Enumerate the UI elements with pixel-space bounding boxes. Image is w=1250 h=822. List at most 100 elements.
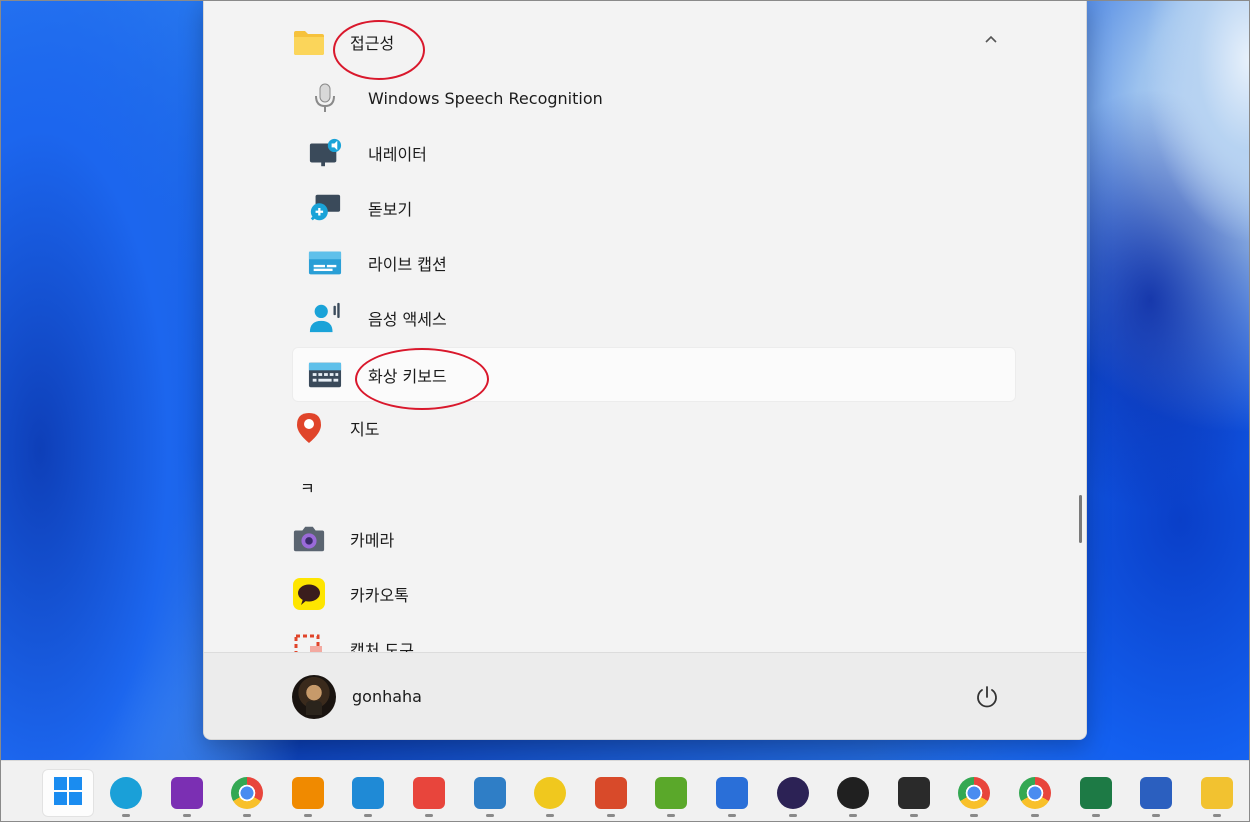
running-indicator — [546, 814, 555, 817]
all-apps-list[interactable]: 접근성 Windows Speech Recognition 내레이터 돋보기 — [204, 0, 1086, 652]
wallpaper-highlight — [1090, 0, 1250, 760]
taskbar-item-word[interactable] — [1130, 769, 1182, 817]
taskbar-item-audio-app[interactable] — [524, 769, 576, 817]
taskbar-item-ai-app[interactable] — [706, 769, 758, 817]
app-voice-access[interactable]: 음성 액세스 — [292, 292, 1016, 344]
running-indicator — [364, 814, 373, 817]
taskbar-item-onenote[interactable] — [161, 769, 213, 817]
hangul-icon — [473, 777, 506, 809]
magnifier-icon — [308, 191, 342, 225]
taskbar-item-chrome-profile-1[interactable] — [948, 769, 1000, 817]
running-indicator — [485, 814, 494, 817]
excel-icon — [1079, 777, 1112, 809]
eclipse-icon — [776, 777, 809, 809]
app-maps[interactable]: 지도 — [292, 402, 1016, 454]
chrome-icon — [958, 777, 991, 809]
taskbar-item-chrome[interactable] — [221, 769, 273, 817]
running-indicator — [970, 814, 979, 817]
app-live-captions[interactable]: 라이브 캡션 — [292, 237, 1016, 289]
running-indicator — [182, 814, 191, 817]
chevron-up-icon[interactable] — [984, 32, 998, 48]
running-indicator — [122, 814, 130, 817]
running-indicator — [243, 814, 252, 817]
app-label: 카메라 — [350, 531, 395, 550]
start-menu: 접근성 Windows Speech Recognition 내레이터 돋보기 — [203, 0, 1087, 740]
vscode-icon — [352, 777, 385, 809]
app-camera[interactable]: 카메라 — [292, 513, 1016, 565]
running-indicator — [1091, 814, 1100, 817]
user-name[interactable]: gonhaha — [352, 687, 422, 706]
running-indicator — [728, 814, 736, 817]
taskbar-item-hangul[interactable] — [464, 769, 516, 817]
taskbar-item-file-explorer[interactable] — [1191, 769, 1243, 817]
taskbar-item-edge[interactable] — [100, 769, 152, 817]
annotation-circle-keyboard — [355, 348, 489, 410]
taskbar-item-stripes-app[interactable] — [585, 769, 637, 817]
start-menu-footer: gonhaha — [204, 652, 1086, 739]
onenote-icon — [170, 777, 203, 809]
letter-group-header[interactable]: ㅋ — [300, 475, 315, 499]
app-label: Windows Speech Recognition — [368, 88, 603, 108]
running-indicator — [909, 814, 918, 817]
voice-access-icon — [308, 301, 342, 335]
microphone-icon — [308, 81, 342, 115]
live-captions-icon — [308, 246, 342, 280]
edge-icon — [110, 777, 142, 809]
folder-icon — [292, 25, 326, 59]
app-label: 캡처 도구 — [350, 641, 414, 652]
running-indicator — [606, 814, 615, 817]
notepad-icon — [655, 777, 688, 809]
word-icon — [1140, 777, 1173, 809]
running-indicator — [425, 814, 433, 817]
windows-start-icon — [53, 776, 83, 810]
magnifier-orange-icon — [291, 777, 324, 809]
app-narrator[interactable]: 내레이터 — [292, 127, 1016, 179]
running-indicator — [1031, 814, 1039, 817]
app-magnifier[interactable]: 돋보기 — [292, 182, 1016, 234]
stripes-app-icon — [594, 777, 627, 809]
chrome-icon — [231, 777, 264, 809]
running-indicator — [667, 814, 676, 817]
folder-icon — [1200, 777, 1233, 809]
kakaotalk-icon — [292, 577, 326, 611]
app-snipping-tool[interactable]: 캡처 도구 — [292, 623, 1016, 652]
narrator-icon — [308, 136, 342, 170]
app-label: 돋보기 — [368, 200, 413, 219]
ai-app-icon — [716, 777, 748, 809]
chrome-icon — [1019, 777, 1051, 809]
taskbar-item-eclipse[interactable] — [767, 769, 819, 817]
arrows-app-icon — [413, 777, 445, 809]
running-indicator — [788, 814, 797, 817]
obs-icon — [837, 777, 870, 809]
taskbar-item-excel[interactable] — [1070, 769, 1122, 817]
taskbar-item-chrome-profile-2[interactable] — [1009, 769, 1061, 817]
app-label: 카카오톡 — [350, 586, 409, 605]
taskbar-item-vscode[interactable] — [342, 769, 394, 817]
running-indicator — [303, 814, 312, 817]
running-indicator — [1152, 814, 1161, 817]
running-indicator — [849, 814, 858, 817]
taskbar-item-notepad[interactable] — [645, 769, 697, 817]
snipping-tool-icon — [292, 632, 326, 652]
user-avatar[interactable] — [292, 675, 336, 719]
app-windows-speech-recognition[interactable]: Windows Speech Recognition — [292, 72, 1016, 124]
taskbar — [0, 760, 1250, 822]
taskbar-start-button[interactable] — [42, 769, 94, 817]
power-icon[interactable] — [974, 684, 1000, 710]
camera-icon — [292, 522, 326, 556]
taskbar-item-obs[interactable] — [827, 769, 879, 817]
app-label: 지도 — [350, 420, 380, 439]
taskbar-item-search-tool[interactable] — [282, 769, 334, 817]
sticky-notes-icon — [897, 777, 930, 809]
annotation-circle-folder — [333, 20, 425, 80]
onscreen-keyboard-icon — [308, 358, 342, 392]
taskbar-item-sticky-notes[interactable] — [888, 769, 940, 817]
app-label: 라이브 캡션 — [368, 255, 447, 274]
app-kakaotalk[interactable]: 카카오톡 — [292, 568, 1016, 620]
taskbar-item-app-arrows[interactable] — [403, 769, 455, 817]
maps-pin-icon — [292, 411, 326, 445]
waveform-icon — [534, 777, 567, 809]
scrollbar-thumb[interactable] — [1079, 495, 1082, 543]
running-indicator — [1212, 814, 1221, 817]
app-label: 내레이터 — [368, 145, 427, 164]
